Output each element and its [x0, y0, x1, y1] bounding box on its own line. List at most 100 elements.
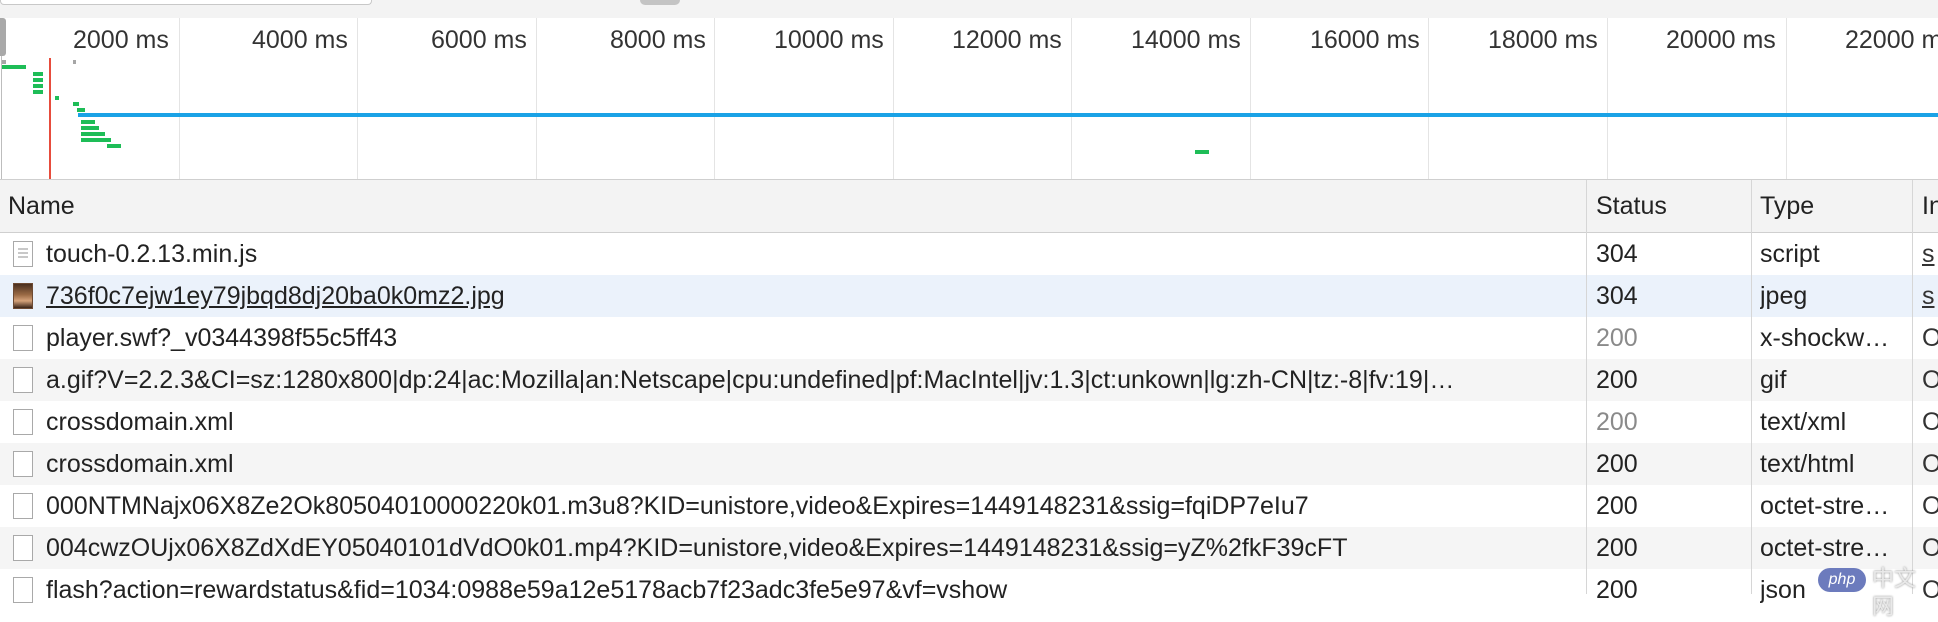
request-type: octet-stre… [1760, 492, 1890, 520]
request-status: 304 [1596, 240, 1638, 268]
tick-label: 16000 ms [1310, 26, 1420, 54]
request-status: 200 [1596, 366, 1638, 394]
document-file-icon [13, 493, 33, 519]
request-bar [55, 96, 59, 100]
request-name: a.gif?V=2.2.3&CI=sz:1280x800|dp:24|ac:Mo… [46, 366, 1455, 394]
request-initiator: O [1922, 324, 1938, 352]
request-initiator: O [1922, 408, 1938, 436]
request-bar [81, 120, 95, 124]
request-initiator: O [1922, 492, 1938, 520]
tick-label: 18000 ms [1488, 26, 1598, 54]
request-bar [73, 102, 79, 106]
table-row[interactable]: 000NTMNajx06X8Ze2Ok80504010000220k01.m3u… [0, 485, 1938, 527]
request-bar [81, 132, 105, 136]
gridline [1250, 18, 1251, 179]
request-status: 200 [1596, 492, 1638, 520]
gridline [1786, 18, 1787, 179]
watermark-badge: php [1818, 568, 1866, 592]
tick-label: 8000 ms [610, 26, 706, 54]
gridline [893, 18, 894, 179]
request-name: 004cwzOUjx06X8ZdXdEY05040101dVdO0k01.mp4… [46, 534, 1348, 562]
table-header: Name Status Type In [0, 180, 1938, 233]
request-bar-long [78, 113, 1938, 117]
request-bar [81, 126, 99, 130]
request-initiator: O [1922, 534, 1938, 562]
request-initiator: O [1922, 450, 1938, 478]
tick-label: 20000 ms [1666, 26, 1776, 54]
overview-left-handle[interactable] [0, 18, 6, 56]
tick-label: 10000 ms [774, 26, 884, 54]
request-status: 200 [1596, 450, 1638, 478]
load-event-marker [49, 58, 51, 179]
document-file-icon [13, 325, 33, 351]
request-type: jpeg [1760, 282, 1808, 310]
request-bar [107, 144, 121, 148]
request-type: text/html [1760, 450, 1855, 478]
table-row[interactable]: 004cwzOUjx06X8ZdXdEY05040101dVdO0k01.mp4… [0, 527, 1938, 569]
request-name: crossdomain.xml [46, 450, 234, 478]
column-divider[interactable] [1586, 180, 1587, 594]
column-divider[interactable] [1912, 180, 1913, 594]
request-status: 200 [1596, 576, 1638, 604]
scrollbar-thumb[interactable] [640, 0, 680, 5]
tick-label: 14000 ms [1131, 26, 1241, 54]
request-type: gif [1760, 366, 1787, 394]
watermark-text: 中文网 [1872, 567, 1917, 620]
request-bar [2, 65, 26, 69]
request-status: 200 [1596, 534, 1638, 562]
column-divider[interactable] [1751, 180, 1752, 594]
request-bar [1195, 150, 1209, 154]
document-file-icon [13, 409, 33, 435]
document-file-icon [13, 367, 33, 393]
request-initiator: O [1922, 366, 1938, 394]
table-row[interactable]: a.gif?V=2.2.3&CI=sz:1280x800|dp:24|ac:Mo… [0, 359, 1938, 401]
request-status: 200 [1596, 324, 1638, 352]
filter-input-edge[interactable] [0, 0, 372, 5]
network-requests-table: Name Status Type In touch-0.2.13.min.js … [0, 180, 1938, 604]
column-header-initiator[interactable]: In [1922, 180, 1938, 232]
gridline [536, 18, 537, 179]
request-initiator[interactable]: s [1922, 233, 1938, 275]
tick-label: 4000 ms [252, 26, 348, 54]
request-status: 304 [1596, 282, 1638, 310]
request-type: octet-stre… [1760, 534, 1890, 562]
request-name: touch-0.2.13.min.js [46, 240, 258, 268]
request-type: x-shockw… [1760, 324, 1890, 352]
gridline [1607, 18, 1608, 179]
request-bar [33, 84, 43, 88]
table-row[interactable]: touch-0.2.13.min.js 304 script s [0, 233, 1938, 275]
gridline [357, 18, 358, 179]
gridline [714, 18, 715, 179]
tick-label: 6000 ms [431, 26, 527, 54]
table-row[interactable]: 736f0c7ejw1ey79jbqd8dj20ba0k0mz2.jpg 304… [0, 275, 1938, 317]
table-row[interactable]: player.swf?_v0344398f55c5ff43 200 x-shoc… [0, 317, 1938, 359]
gridline [1428, 18, 1429, 179]
image-thumbnail-icon [13, 283, 33, 309]
column-header-status[interactable]: Status [1596, 180, 1736, 232]
request-name: player.swf?_v0344398f55c5ff43 [46, 324, 398, 352]
gridline [179, 18, 180, 179]
request-name[interactable]: 736f0c7ejw1ey79jbqd8dj20ba0k0mz2.jpg [46, 275, 1574, 317]
tick-label: 22000 ms [1845, 26, 1938, 54]
column-header-name[interactable]: Name [8, 180, 1568, 232]
request-name: 000NTMNajx06X8Ze2Ok80504010000220k01.m3u… [46, 492, 1309, 520]
timeline-overview[interactable]: 2000 ms 4000 ms 6000 ms 8000 ms 10000 ms… [0, 18, 1938, 180]
table-row[interactable]: crossdomain.xml 200 text/html O [0, 443, 1938, 485]
request-bar [73, 60, 76, 64]
request-type: script [1760, 240, 1820, 268]
column-header-type[interactable]: Type [1760, 180, 1910, 232]
request-bar [81, 138, 111, 142]
request-status: 200 [1596, 408, 1638, 436]
tick-label: 2000 ms [73, 26, 169, 54]
request-initiator[interactable]: s [1922, 275, 1938, 317]
table-row[interactable]: crossdomain.xml 200 text/xml O [0, 401, 1938, 443]
tick-label: 12000 ms [952, 26, 1062, 54]
document-file-icon [13, 577, 33, 603]
request-bar [77, 108, 85, 112]
table-row[interactable]: flash?action=rewardstatus&fid=1034:0988e… [0, 569, 1938, 611]
toolbar-strip [0, 0, 1938, 19]
document-file-icon [13, 535, 33, 561]
request-type: text/xml [1760, 408, 1847, 436]
request-name: flash?action=rewardstatus&fid=1034:0988e… [46, 576, 1008, 604]
gridline [1071, 18, 1072, 179]
